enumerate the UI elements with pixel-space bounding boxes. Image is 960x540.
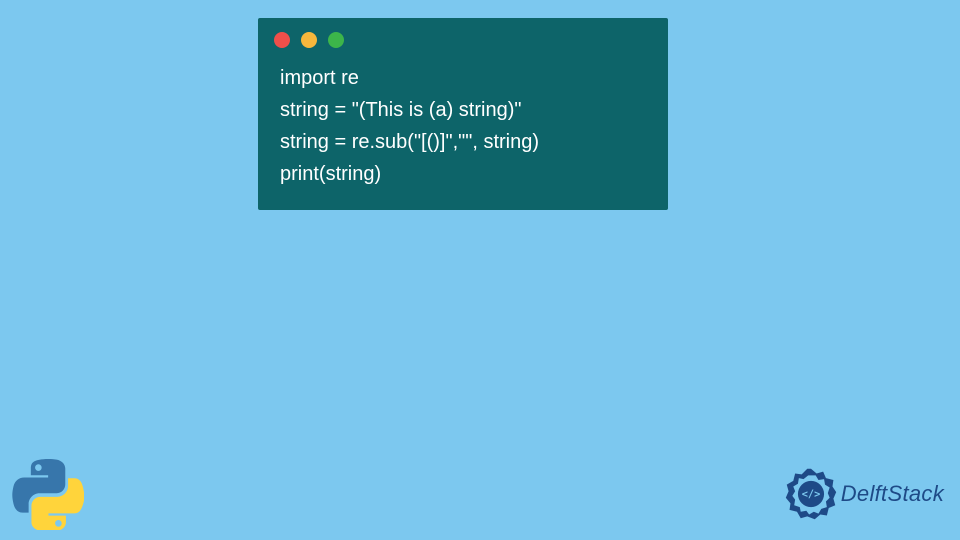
python-logo-icon: [12, 458, 84, 530]
code-line: print(string): [280, 158, 646, 190]
window-title-bar: [258, 18, 668, 56]
code-line: import re: [280, 62, 646, 94]
code-line: string = re.sub("[()]","", string): [280, 126, 646, 158]
code-window: import re string = "(This is (a) string)…: [258, 18, 668, 210]
delftstack-emblem-icon: </>: [783, 466, 839, 522]
delftstack-logo: </> DelftStack: [783, 466, 944, 522]
code-body: import re string = "(This is (a) string)…: [258, 56, 668, 210]
maximize-icon: [328, 32, 344, 48]
close-icon: [274, 32, 290, 48]
minimize-icon: [301, 32, 317, 48]
code-line: string = "(This is (a) string)": [280, 94, 646, 126]
delftstack-text: DelftStack: [841, 481, 944, 507]
svg-text:</>: </>: [801, 489, 820, 501]
